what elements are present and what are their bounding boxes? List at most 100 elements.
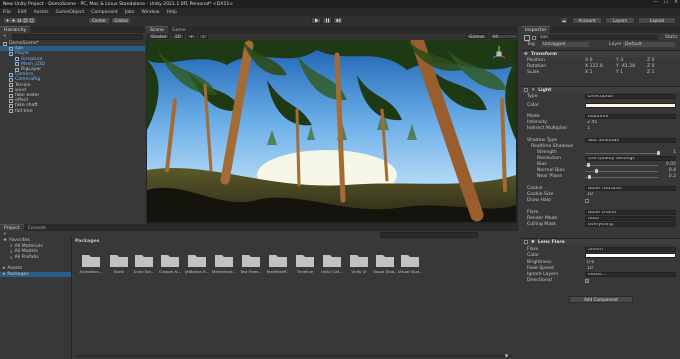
- rotation-y-field[interactable]: -41.28: [620, 64, 649, 69]
- ignore-layers-dropdown[interactable]: Mixed...: [585, 272, 676, 278]
- scene-viewport[interactable]: [147, 40, 516, 222]
- brightness-field[interactable]: 0.6: [585, 260, 676, 265]
- scene-search-input[interactable]: All: [490, 33, 518, 40]
- gizmos-dropdown[interactable]: Gizmos: [466, 33, 487, 40]
- tab-console[interactable]: Console: [23, 224, 50, 231]
- active-checkbox[interactable]: [532, 35, 536, 40]
- menu-edit[interactable]: Edit: [18, 10, 27, 15]
- cookie-field[interactable]: None (Texture): [585, 186, 676, 192]
- collab-icon[interactable]: ☁: [560, 17, 568, 24]
- rotation-x-field[interactable]: 122.8: [590, 64, 619, 69]
- static-toggle[interactable]: Static: [665, 35, 678, 40]
- bias-field[interactable]: 0.05: [666, 162, 676, 167]
- package-folder[interactable]: Visual Stud...: [373, 252, 397, 274]
- package-folder[interactable]: Timeline: [293, 252, 317, 274]
- tab-game[interactable]: Game: [168, 26, 190, 33]
- tag-dropdown[interactable]: Untagged: [541, 42, 589, 48]
- strength-slider-track[interactable]: [585, 152, 658, 154]
- intensity-field[interactable]: 2.45: [585, 120, 676, 125]
- render-mode-dropdown[interactable]: Auto: [585, 216, 676, 222]
- add-component-button[interactable]: Add Component: [569, 296, 633, 303]
- resolution-dropdown[interactable]: Use Quality Settings: [585, 156, 676, 162]
- rotation-z-field[interactable]: 0: [652, 64, 680, 69]
- account-dropdown[interactable]: Account: [572, 17, 602, 24]
- near-plane-field[interactable]: 0.2: [669, 174, 676, 179]
- scale-x-field[interactable]: 1: [590, 70, 619, 75]
- tab-inspector[interactable]: Inspector: [521, 26, 551, 33]
- shadow-type-dropdown[interactable]: Soft Shadows: [585, 138, 676, 144]
- minimize-button[interactable]: —: [653, 0, 658, 5]
- project-horizontal-scrollbar[interactable]: [75, 355, 512, 357]
- position-z-field[interactable]: 0: [652, 58, 680, 63]
- step-button[interactable]: [333, 17, 343, 24]
- position-y-field[interactable]: 3: [620, 58, 649, 63]
- gameobject-name-field[interactable]: sun: [538, 35, 658, 41]
- light-component-header[interactable]: ☀ Light: [521, 86, 680, 93]
- light-type-dropdown[interactable]: Directional: [585, 94, 676, 100]
- lens-flare-component-header[interactable]: ✺ Lens Flare: [521, 238, 680, 245]
- layers-dropdown[interactable]: Layers: [605, 17, 635, 24]
- tree-packages[interactable]: ▸ Packages: [0, 271, 71, 278]
- hierarchy-item-fall-tree[interactable]: fall tree: [0, 109, 145, 114]
- project-add-button[interactable]: +: [3, 232, 7, 237]
- fade-speed-field[interactable]: 10: [585, 266, 676, 271]
- hierarchy-search-input[interactable]: [12, 34, 143, 40]
- audio-toggle-icon[interactable]: ♪: [199, 33, 208, 40]
- package-folder[interactable]: JetBrains R...: [185, 252, 209, 274]
- lens-flare-enabled-checkbox[interactable]: [524, 240, 528, 244]
- transform-tools[interactable]: [3, 17, 37, 24]
- cookie-size-field[interactable]: 10: [585, 192, 676, 197]
- menu-jobs[interactable]: Jobs: [125, 10, 134, 15]
- package-folder[interactable]: TextMeshP...: [266, 252, 290, 274]
- indirect-multiplier-field[interactable]: 1: [585, 126, 676, 131]
- strength-slider-handle[interactable]: [657, 151, 660, 155]
- menu-gameobject[interactable]: GameObject: [56, 10, 85, 15]
- package-folder[interactable]: Burst: [107, 252, 131, 274]
- package-folder[interactable]: Unity Coll...: [320, 252, 344, 274]
- menu-component[interactable]: Component: [91, 10, 118, 15]
- directional-checkbox[interactable]: [585, 278, 589, 283]
- play-button[interactable]: [311, 17, 321, 24]
- pause-button[interactable]: [322, 17, 332, 24]
- near-plane-slider-track[interactable]: [585, 176, 658, 178]
- bias-slider-track[interactable]: [585, 164, 658, 166]
- tab-project[interactable]: Project: [0, 224, 24, 231]
- package-folder[interactable]: Animation...: [79, 252, 103, 274]
- normal-bias-slider-handle[interactable]: [595, 169, 598, 173]
- package-folder[interactable]: Unity Ser...: [132, 252, 156, 274]
- pivot-toggle[interactable]: Center: [88, 17, 110, 24]
- draw-halo-checkbox[interactable]: [585, 198, 589, 203]
- scale-z-field[interactable]: 1: [652, 70, 680, 75]
- bias-slider-handle[interactable]: [587, 163, 590, 167]
- menu-assets[interactable]: Assets: [34, 10, 49, 15]
- transform-component-header[interactable]: ✥ Transform: [521, 50, 680, 57]
- tab-scene[interactable]: Scene: [146, 26, 169, 33]
- light-mode-dropdown[interactable]: Realtime: [585, 114, 676, 120]
- position-x-field[interactable]: 0: [590, 58, 619, 63]
- scale-y-field[interactable]: 1: [620, 70, 649, 75]
- layer-dropdown[interactable]: Default: [623, 42, 675, 48]
- shading-mode-dropdown[interactable]: Shaded: [148, 33, 170, 40]
- light-enabled-checkbox[interactable]: [524, 88, 528, 92]
- package-folder[interactable]: Test Fram...: [239, 252, 263, 274]
- strength-field[interactable]: 1: [673, 150, 676, 155]
- lighting-toggle-icon[interactable]: ☀: [186, 33, 197, 40]
- layout-dropdown[interactable]: Layout: [638, 17, 676, 24]
- normal-bias-field[interactable]: 0.4: [669, 168, 676, 173]
- package-folder[interactable]: Custom N...: [158, 252, 182, 274]
- maximize-button[interactable]: ☐: [664, 0, 668, 5]
- package-folder[interactable]: Visual Stud...: [398, 252, 422, 274]
- menu-window[interactable]: Window: [141, 10, 159, 15]
- near-plane-slider-handle[interactable]: [588, 175, 591, 179]
- lens-flare-asset-field[interactable]: 50mm: [585, 247, 676, 253]
- tree-all-prefabs[interactable]: ⌕ All Prefabs: [0, 255, 71, 261]
- hierarchy-add-button[interactable]: +: [3, 34, 7, 39]
- light-color-swatch[interactable]: [585, 103, 676, 109]
- flare-field[interactable]: None (Flare): [585, 210, 676, 216]
- package-folder[interactable]: Mathemati...: [212, 252, 236, 274]
- icon-size-slider-handle[interactable]: [505, 354, 508, 357]
- space-toggle[interactable]: Global: [111, 17, 131, 24]
- close-button[interactable]: ✕: [674, 0, 678, 5]
- culling-mask-dropdown[interactable]: Everything: [585, 222, 676, 228]
- lens-flare-color-swatch[interactable]: [585, 253, 676, 259]
